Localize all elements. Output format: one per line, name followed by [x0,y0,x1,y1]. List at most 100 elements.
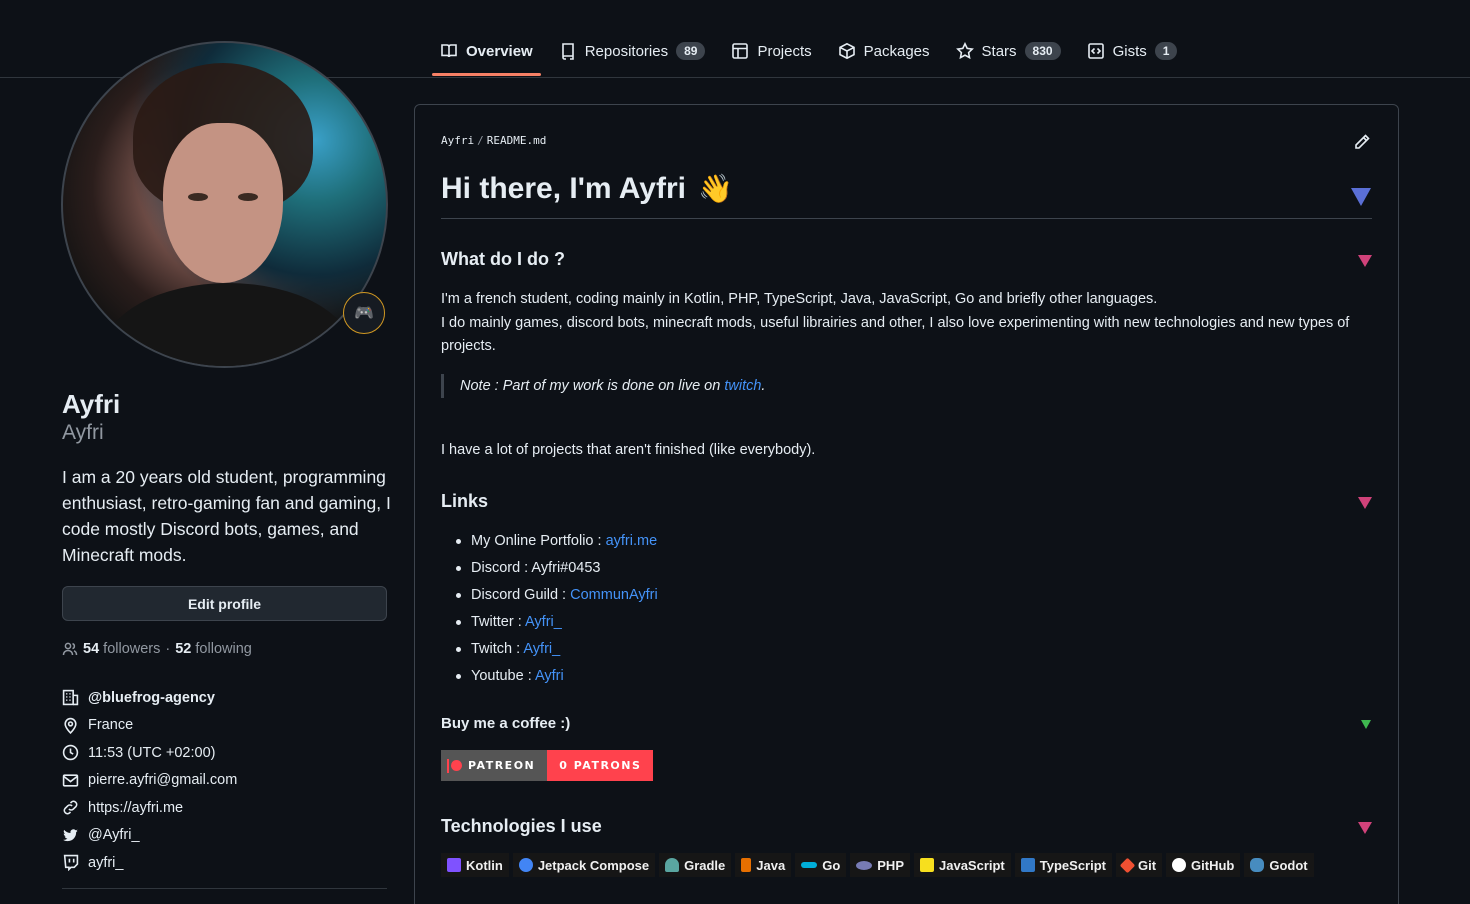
unfinished-paragraph: I have a lot of projects that aren't fin… [441,442,816,458]
technology-badges: Kotlin Jetpack Compose Gradle Java Go PH… [441,853,1314,877]
triangle-marker-icon [1361,720,1371,729]
mail-icon [62,774,79,787]
section-heading-what: What do I do ? [441,249,565,269]
tech-badge: PHP [850,853,910,877]
javascript-icon [920,858,934,872]
profile-bio: I am a 20 years old student, programming… [62,467,391,565]
profile-login: Ayfri [62,421,104,444]
triangle-marker-icon [1358,255,1372,267]
note-blockquote: Note : Part of my work is done on live o… [441,374,765,398]
section-heading-links: Links [441,491,489,511]
tech-badge: Git [1115,853,1163,877]
tech-badge: Jetpack Compose [512,853,656,877]
follow-stats: 54 followers · 52 following [62,641,252,657]
table-icon [732,43,749,59]
package-icon [838,42,855,60]
tab-label: Stars [981,42,1017,60]
go-icon [801,862,818,868]
twitch-channel-link[interactable]: Ayfri_ [523,641,560,657]
detail-website[interactable]: https://ayfri.me [62,794,237,822]
tab-stars[interactable]: Stars 830 [948,26,1069,76]
status-emoji-button[interactable]: 🎮 [343,292,385,334]
twitch-link[interactable]: twitch [724,378,761,394]
detail-email[interactable]: pierre.ayfri@gmail.com [62,767,237,795]
waving-hand-icon: 👋 [697,173,733,204]
edit-profile-button[interactable]: Edit profile [62,586,387,621]
triangle-marker-icon [1358,497,1372,509]
tab-gists[interactable]: Gists 1 [1079,26,1186,76]
list-item: Youtube : Ayfri [456,665,658,692]
jetpack-compose-icon [518,858,533,872]
youtube-link[interactable]: Ayfri [535,668,564,684]
portfolio-link[interactable]: ayfri.me [606,533,658,549]
organization-icon [62,690,79,706]
detail-twitter[interactable]: @Ayfri_ [62,822,237,850]
twitter-icon [63,829,78,841]
avatar[interactable] [61,41,388,368]
stars-count: 830 [1024,42,1061,60]
code-square-icon [1087,43,1104,59]
list-item: Twitch : Ayfri_ [456,638,658,665]
list-item: Discord Guild : CommunAyfri [456,584,658,611]
profile-name: Ayfri [62,389,121,419]
edit-readme-button[interactable] [1353,133,1371,151]
tab-packages[interactable]: Packages [830,26,938,76]
triangle-marker-icon [1358,822,1372,834]
php-icon [856,860,873,870]
readme-file-link[interactable]: README.md [487,134,547,147]
git-icon [1119,857,1136,873]
detail-organization[interactable]: @bluefrog-agency [62,684,237,712]
tab-label: Packages [863,42,930,60]
tab-overview[interactable]: Overview [432,26,541,76]
detail-location: France [62,712,237,740]
discord-guild-link[interactable]: CommunAyfri [570,587,658,603]
link-icon [63,800,78,815]
star-icon [955,42,974,60]
tech-badge: Kotlin [441,853,509,877]
repositories-count: 89 [676,42,706,60]
divider [62,888,387,889]
following-link[interactable]: 52 following [175,641,252,657]
godot-icon [1250,858,1265,872]
readme-title: Hi there, I'm Ayfri 👋 [441,172,733,205]
list-item: Discord : Ayfri#0453 [456,557,658,584]
what-paragraph: I'm a french student, coding mainly in K… [441,291,1350,354]
gists-count: 1 [1154,42,1178,60]
tab-label: Projects [757,42,812,60]
list-item: Twitter : Ayfri_ [456,611,658,638]
tech-badge: Godot [1244,853,1314,877]
tab-label: Overview [466,42,533,60]
typescript-icon [1020,858,1035,872]
detail-twitch[interactable]: ayfri_ [62,849,237,877]
twitter-link[interactable]: Ayfri_ [525,614,562,630]
detail-local-time: 11:53 (UTC +02:00) [62,739,237,767]
readme-breadcrumb: Ayfri / README.md [441,134,547,147]
clock-icon [62,745,79,761]
tab-repositories[interactable]: Repositories 89 [551,26,714,76]
readme-owner-link[interactable]: Ayfri [441,134,474,147]
list-item: My Online Portfolio : ayfri.me [456,530,658,557]
triangle-marker-icon [1351,188,1371,206]
section-heading-technologies: Technologies I use [441,816,602,836]
tech-badge: GitHub [1166,853,1241,877]
title-divider [441,218,1372,219]
followers-link[interactable]: 54 followers [83,641,160,657]
people-icon [62,642,78,656]
readme-panel [414,104,1399,904]
gradle-icon [665,858,680,872]
tab-projects[interactable]: Projects [723,26,819,76]
profile-details: @bluefrog-agency France 11:53 (UTC +02:0… [62,684,237,877]
tab-label: Repositories [584,42,669,60]
java-icon [741,858,752,872]
pencil-icon [1355,134,1370,149]
repo-icon [561,43,574,60]
gamepad-icon: 🎮 [354,305,374,322]
tech-badge: Go [795,853,847,877]
tab-list: Overview Repositories 89 Projects Packag… [432,26,1195,76]
github-icon [1172,858,1187,872]
section-heading-coffee: Buy me a coffee :) [441,715,571,732]
patreon-icon [447,759,462,773]
tech-badge: JavaScript [914,853,1011,877]
patreon-badge[interactable]: PATREON 0 PATRONS [441,750,654,781]
location-icon [64,717,77,734]
